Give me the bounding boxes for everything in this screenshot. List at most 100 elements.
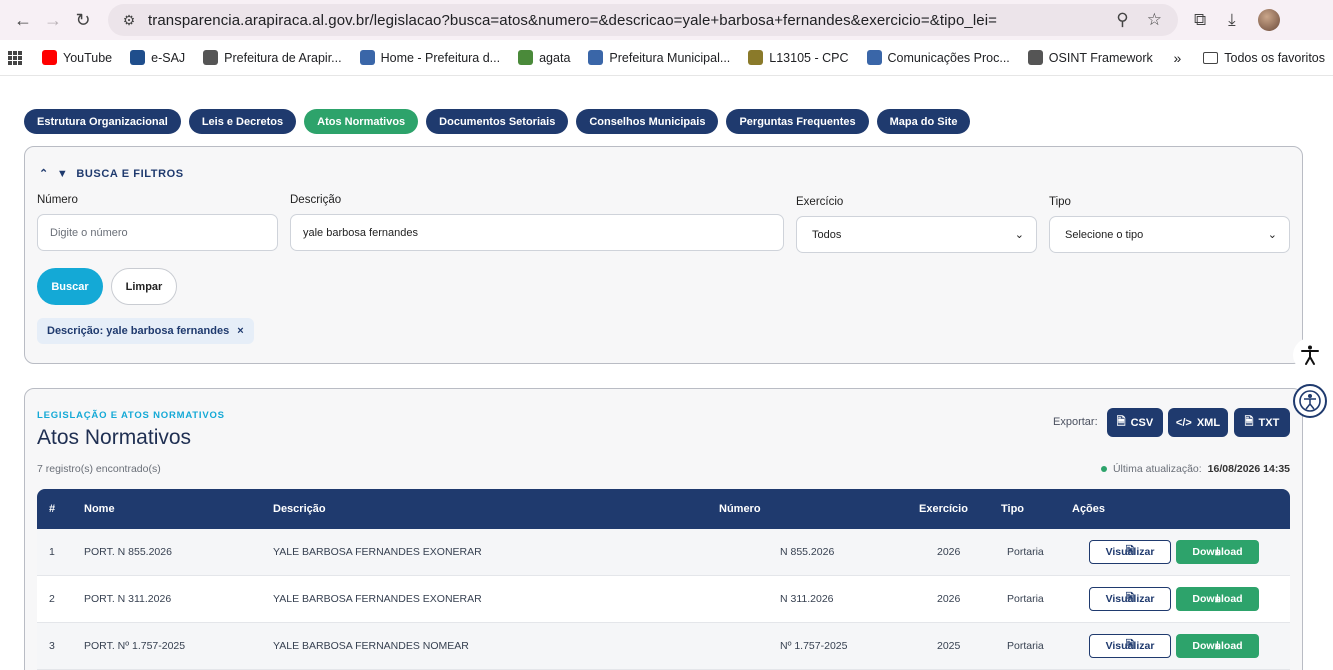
cell-tipo: Portaria [1007, 546, 1044, 558]
chevron-up-icon: ⌃ [39, 168, 49, 180]
bookmark-item[interactable]: Comunicações Proc... [866, 50, 1010, 65]
updated-value: 16/08/2026 14:35 [1207, 463, 1290, 475]
nav-pill-leis-e-decretos[interactable]: Leis e Decretos [188, 109, 297, 134]
col-numero: Número [719, 503, 761, 515]
file-text-icon: 🗎 [1244, 416, 1254, 428]
cell-descricao: YALE BARBOSA FERNANDES EXONERAR [273, 546, 482, 558]
filters-heading: BUSCA E FILTROS [76, 167, 184, 180]
zoom-icon[interactable]: ⚲ [1116, 10, 1128, 30]
file-icon: 🗎 [1116, 416, 1126, 428]
cell-index: 2 [49, 593, 55, 605]
cell-descricao: YALE BARBOSA FERNANDES EXONERAR [273, 593, 482, 605]
folder-label: Todos os favoritos [1224, 50, 1325, 65]
nav-pill-estrutura-organizacional[interactable]: Estrutura Organizacional [24, 109, 181, 134]
cell-exercicio: 2026 [937, 546, 961, 558]
tipo-select[interactable]: Selecione o tipo ⌄ [1049, 216, 1290, 253]
export-txt-label: TXT [1258, 416, 1280, 429]
code-icon: </> [1175, 416, 1192, 429]
nav-pill-conselhos-municipais[interactable]: Conselhos Municipais [576, 109, 719, 134]
results-table: # Nome Descrição Número Exercício Tipo A… [37, 489, 1290, 670]
download-button[interactable]: ⤓ Download [1176, 634, 1259, 658]
bookmark-favicon-icon [748, 50, 764, 65]
col-tipo: Tipo [1001, 503, 1025, 515]
cell-numero: N 855.2026 [780, 546, 835, 558]
download-label: Download [1192, 593, 1243, 605]
vlibras-icon[interactable] [1293, 384, 1327, 418]
bookmark-favicon-icon [1027, 50, 1043, 65]
bookmark-item[interactable]: agata [518, 50, 570, 65]
download-icon[interactable]: ⤓ [1228, 10, 1236, 30]
descricao-input[interactable]: yale barbosa fernandes [290, 214, 784, 251]
filters-toggle[interactable]: ⌃ ▼ BUSCA E FILTROS [39, 167, 184, 181]
bookmark-item[interactable]: Prefeitura de Arapir... [203, 50, 342, 65]
extensions-icon[interactable]: ⧉ [1194, 10, 1206, 30]
visualizar-button[interactable]: 🗎 Visualizar [1089, 587, 1171, 611]
bookmark-favicon-icon [359, 50, 375, 65]
address-bar[interactable]: ⚙ transparencia.arapiraca.al.gov.br/legi… [108, 4, 1178, 36]
visualizar-label: Visualizar [1105, 593, 1155, 605]
folder-icon [1203, 51, 1219, 64]
limpar-button[interactable]: Limpar [111, 268, 177, 305]
export-csv-button[interactable]: 🗎 CSV [1107, 408, 1163, 437]
buscar-button[interactable]: Buscar [37, 268, 103, 305]
results-kicker: LEGISLAÇÃO E ATOS NORMATIVOS [37, 410, 225, 421]
export-xml-button[interactable]: </> XML [1168, 408, 1228, 437]
bookmark-item[interactable]: YouTube [42, 50, 112, 65]
col-index: # [49, 503, 56, 515]
bookmarks-overflow[interactable]: » [1173, 50, 1181, 66]
visualizar-label: Visualizar [1105, 546, 1155, 558]
visualizar-label: Visualizar [1105, 640, 1155, 652]
visualizar-button[interactable]: 🗎 Visualizar [1089, 634, 1171, 658]
bookmark-item[interactable]: Home - Prefeitura d... [359, 50, 501, 65]
tipo-value: Selecione o tipo [1065, 228, 1144, 241]
bookmark-label: Prefeitura de Arapir... [224, 50, 342, 65]
exercicio-label: Exercício [796, 196, 844, 208]
cell-numero: Nº 1.757-2025 [780, 640, 848, 652]
accessibility-icon[interactable] [1293, 338, 1327, 372]
bookmark-item[interactable]: e-SAJ [130, 50, 185, 65]
download-button[interactable]: ⤓ Download [1176, 540, 1259, 564]
download-label: Download [1192, 640, 1243, 652]
site-settings-icon[interactable]: ⚙ [118, 9, 140, 31]
exercicio-select[interactable]: Todos ⌄ [796, 216, 1037, 253]
export-txt-button[interactable]: 🗎 TXT [1234, 408, 1290, 437]
reload-icon[interactable]: ↻ [68, 5, 98, 35]
cell-exercicio: 2026 [937, 593, 961, 605]
browser-toolbar: ← → ↻ ⚙ transparencia.arapiraca.al.gov.b… [0, 0, 1333, 40]
filter-icon: ▼ [56, 167, 69, 180]
active-filter-chip: Descrição: yale barbosa fernandes × [37, 318, 254, 344]
bookmark-label: Prefeitura Municipal... [609, 50, 731, 65]
cell-index: 1 [49, 546, 55, 558]
forward-icon[interactable]: → [38, 5, 68, 35]
cell-nome: PORT. N 311.2026 [84, 593, 172, 605]
nav-pill-atos-normativos[interactable]: Atos Normativos [304, 109, 419, 134]
export-label: Exportar: [1053, 416, 1098, 428]
table-row: 3 PORT. Nº 1.757-2025 YALE BARBOSA FERNAND… [37, 623, 1290, 670]
bookmark-item[interactable]: OSINT Framework [1027, 50, 1153, 65]
bookmark-star-icon[interactable]: ☆ [1147, 10, 1162, 30]
visualizar-button[interactable]: 🗎 Visualizar [1089, 540, 1171, 564]
bookmark-label: L13105 - CPC [769, 50, 849, 65]
bookmark-label: Home - Prefeitura d... [380, 50, 501, 65]
col-descricao: Descrição [273, 503, 326, 515]
descricao-label: Descrição [290, 194, 342, 206]
nav-pill-mapa-do-site[interactable]: Mapa do Site [876, 109, 971, 134]
numero-label: Número [37, 194, 78, 206]
table-row: 2 PORT. N 311.2026 YALE BARBOSA FERNANDES … [37, 576, 1290, 623]
all-bookmarks-folder[interactable]: Todos os favoritos [1203, 51, 1325, 65]
bookmark-item[interactable]: L13105 - CPC [748, 50, 849, 65]
profile-avatar[interactable] [1257, 9, 1280, 31]
exercicio-value: Todos [812, 228, 842, 241]
bookmark-item[interactable]: Prefeitura Municipal... [588, 50, 730, 65]
download-button[interactable]: ⤓ Download [1176, 587, 1259, 611]
bookmark-favicon-icon [588, 50, 604, 65]
numero-input[interactable]: Digite o número [37, 214, 278, 251]
chip-remove-icon[interactable]: × [237, 325, 243, 337]
nav-pill-documentos-setoriais[interactable]: Documentos Setoriais [426, 109, 569, 134]
nav-pill-perguntas-frequentes[interactable]: Perguntas Frequentes [726, 109, 869, 134]
status-dot-icon [1100, 466, 1107, 472]
back-icon[interactable]: ← [8, 5, 38, 35]
cell-numero: N 311.2026 [780, 593, 834, 605]
url-text[interactable]: transparencia.arapiraca.al.gov.br/legisl… [148, 12, 1116, 29]
apps-grid-icon[interactable] [8, 50, 22, 65]
